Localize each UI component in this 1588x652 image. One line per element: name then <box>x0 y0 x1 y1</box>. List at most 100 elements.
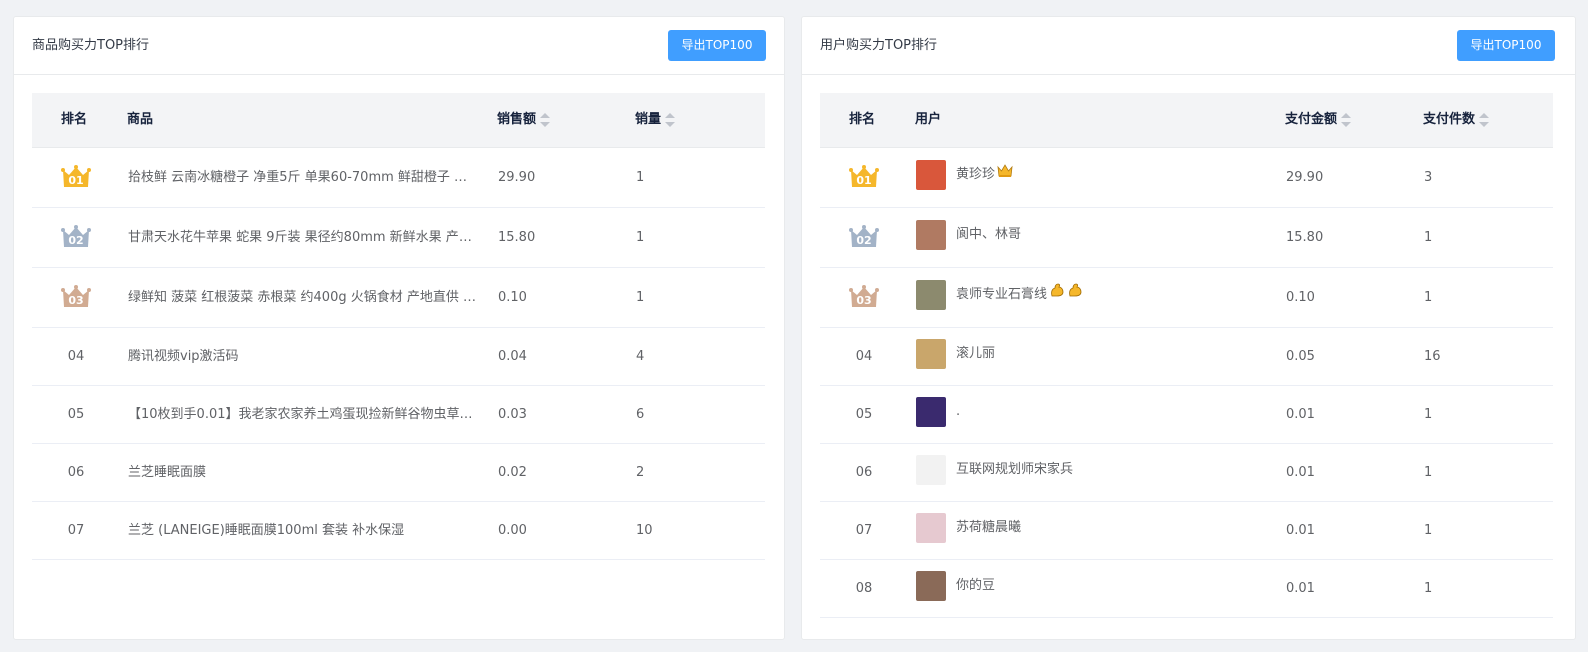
header-sales[interactable]: 销售额 <box>497 93 551 146</box>
pay-count: 1 <box>1424 581 1433 596</box>
pay-amount: 0.10 <box>1286 290 1315 305</box>
header-rank: 排名 <box>61 112 88 127</box>
rank-number: 01 <box>68 174 84 187</box>
rank-number: 03 <box>68 294 84 307</box>
pay-amount: 29.90 <box>1286 170 1324 185</box>
user-name: 黄珍珍 <box>956 145 1013 204</box>
crown-icon: 03 <box>61 285 91 309</box>
rank-crown-badge: 03 <box>832 268 896 309</box>
export-top100-button[interactable]: 导出TOP100 <box>668 30 766 61</box>
user-name-text: 滚儿丽 <box>956 346 996 361</box>
table-row: 05 【10枚到手0.01】我老家农家养土鸡蛋现捡新鲜谷物虫草柴… 0.03 6 <box>32 386 765 444</box>
avatar <box>916 513 946 543</box>
sales-amount: 0.03 <box>498 407 527 422</box>
user-name-text: 互联网规划师宋家兵 <box>956 462 1074 477</box>
sales-qty: 1 <box>636 230 645 245</box>
sales-amount: 0.04 <box>498 349 527 364</box>
table-row: 08 你的豆 0.01 1 <box>820 560 1553 618</box>
table-row: 07 苏荷糖晨曦 0.01 1 <box>820 502 1553 560</box>
table-row: 03 袁师专业石膏线 0.10 1 <box>820 268 1553 328</box>
table-body: 01 拾枝鲜 云南冰糖橙子 净重5斤 单果60-70mm 鲜甜橙子 产… 29.90… <box>32 148 765 560</box>
muscle-emoji-icon <box>1049 265 1065 324</box>
user-name: 阆中、林哥 <box>956 205 1021 264</box>
table-row: 01 拾枝鲜 云南冰糖橙子 净重5斤 单果60-70mm 鲜甜橙子 产… 29.90… <box>32 148 765 208</box>
product-name: 【10枚到手0.01】我老家农家养土鸡蛋现捡新鲜谷物虫草柴… <box>128 407 478 422</box>
table-header: 排名 商品 销售额 销量 <box>32 93 765 148</box>
product-name: 甘肃天水花牛苹果 蛇果 9斤装 果径约80mm 新鲜水果 产地… <box>128 230 478 245</box>
user-name-text: 袁师专业石膏线 <box>956 287 1048 302</box>
avatar <box>916 280 946 310</box>
sales-qty: 1 <box>636 170 645 185</box>
sort-icon[interactable] <box>540 112 551 127</box>
avatar <box>916 339 946 369</box>
rank-number: 04 <box>855 349 873 364</box>
sales-amount: 0.02 <box>498 465 527 480</box>
header-amount[interactable]: 支付金额 <box>1285 93 1352 146</box>
pay-amount: 0.05 <box>1286 349 1315 364</box>
sort-icon[interactable] <box>1341 112 1352 127</box>
pay-amount: 15.80 <box>1286 230 1324 245</box>
table-header: 排名 用户 支付金额 支付件数 <box>820 93 1553 148</box>
user-name: 袁师专业石膏线 <box>956 265 1083 324</box>
pay-count: 16 <box>1424 349 1441 364</box>
table-body: 01 黄珍珍 29.90 3 02 阆中、林哥 15.80 1 03 袁师专业石膏线 0.10 1 04… <box>820 148 1553 618</box>
table-row: 02 甘肃天水花牛苹果 蛇果 9斤装 果径约80mm 新鲜水果 产地… 15.80 1 <box>32 208 765 268</box>
table-row: 07 兰芝 (LANEIGE)睡眠面膜100ml 套装 补水保湿 0.00 10 <box>32 502 765 560</box>
pay-amount: 0.01 <box>1286 523 1315 538</box>
rank-crown-badge: 02 <box>832 208 896 249</box>
user-name-text: 苏荷糖晨曦 <box>956 520 1022 535</box>
avatar <box>916 571 946 601</box>
product-name: 兰芝 (LANEIGE)睡眠面膜100ml 套装 补水保湿 <box>128 523 405 538</box>
header-product: 商品 <box>127 112 154 127</box>
table-row: 04 腾讯视频vip激活码 0.04 4 <box>32 328 765 386</box>
sales-amount: 29.90 <box>498 170 536 185</box>
table-row: 06 兰芝睡眠面膜 0.02 2 <box>32 444 765 502</box>
pay-amount: 0.01 <box>1286 407 1315 422</box>
user-name-text: 阆中、林哥 <box>956 227 1022 242</box>
card-title: 商品购买力TOP排行 <box>32 38 150 53</box>
table-row: 05. 0.01 1 <box>820 386 1553 444</box>
avatar <box>916 220 946 250</box>
sales-qty: 1 <box>636 290 645 305</box>
rank-number: 06 <box>855 465 873 480</box>
sales-amount: 0.00 <box>498 523 527 538</box>
crown-icon: 02 <box>61 225 91 249</box>
user-name-text: 黄珍珍 <box>956 167 996 182</box>
user-name: 滚儿丽 <box>956 325 995 382</box>
product-name: 腾讯视频vip激活码 <box>128 349 239 364</box>
crown-icon: 01 <box>849 165 879 189</box>
rank-number: 01 <box>856 174 872 187</box>
sales-qty: 2 <box>636 465 645 480</box>
sales-amount: 0.10 <box>498 290 527 305</box>
product-ranking-table: 排名 商品 销售额 销量 01 拾枝鲜 云南冰糖橙子 净重5斤 单果60-70mm… <box>32 93 765 560</box>
crown-icon: 02 <box>849 225 879 249</box>
export-top100-button[interactable]: 导出TOP100 <box>1457 30 1555 61</box>
header-count[interactable]: 支付件数 <box>1423 93 1490 146</box>
user-name: 苏荷糖晨曦 <box>956 499 1021 556</box>
product-name: 绿鲜知 菠菜 红根菠菜 赤根菜 约400g 火锅食材 产地直供 … <box>128 290 476 305</box>
product-name: 兰芝睡眠面膜 <box>128 465 207 480</box>
crown-icon: 03 <box>849 285 879 309</box>
rank-number: 07 <box>855 523 873 538</box>
rank-number: 07 <box>67 523 85 538</box>
card-title: 用户购买力TOP排行 <box>820 38 938 53</box>
rank-number: 02 <box>856 234 872 247</box>
sales-qty: 6 <box>636 407 645 422</box>
table-row: 03 绿鲜知 菠菜 红根菠菜 赤根菜 约400g 火锅食材 产地直供 … 0.10 1 <box>32 268 765 328</box>
avatar <box>916 455 946 485</box>
pay-count: 1 <box>1424 523 1433 538</box>
avatar <box>916 160 946 190</box>
rank-crown-badge: 03 <box>44 268 108 309</box>
sort-icon[interactable] <box>1479 112 1490 127</box>
header-qty[interactable]: 销量 <box>635 93 676 146</box>
header-user: 用户 <box>915 112 942 127</box>
rank-number: 06 <box>67 465 85 480</box>
sales-qty: 10 <box>636 523 653 538</box>
pay-count: 1 <box>1424 290 1433 305</box>
sort-icon[interactable] <box>665 112 676 127</box>
avatar <box>916 397 946 427</box>
user-name-text: . <box>956 404 961 419</box>
pay-count: 1 <box>1424 230 1433 245</box>
sales-amount: 15.80 <box>498 230 536 245</box>
pay-count: 1 <box>1424 465 1433 480</box>
